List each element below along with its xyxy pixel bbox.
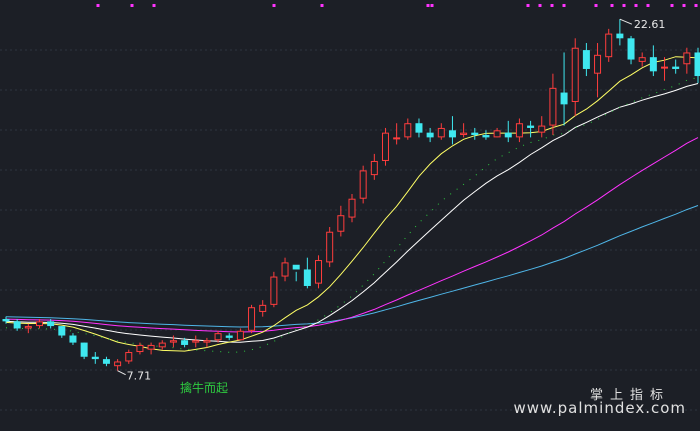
candle-body-up xyxy=(147,344,155,350)
top-marker-dot xyxy=(272,4,276,7)
candle-body-up xyxy=(24,326,32,329)
candle-body-up xyxy=(114,361,122,367)
candle-body-up xyxy=(169,340,177,343)
candle-body-up xyxy=(214,333,222,341)
top-marker-dot xyxy=(694,4,698,7)
kline-chart: 22.61 7.71 擒牛而起 xyxy=(0,4,700,411)
candle-body-up xyxy=(158,342,166,348)
candle-body-up xyxy=(270,276,278,305)
candle-body-up xyxy=(515,123,523,138)
candle-body-up xyxy=(359,170,367,199)
candle-body-up xyxy=(136,344,144,353)
top-marker-dot xyxy=(562,4,566,7)
candle-body-down xyxy=(181,340,189,345)
candle-body-up xyxy=(259,304,267,312)
candle-body-down xyxy=(672,66,680,69)
candle-body-up xyxy=(638,57,646,62)
candle-body-up xyxy=(248,307,256,331)
top-marker-dot xyxy=(682,4,686,7)
candle-body-up xyxy=(326,231,334,263)
candle-body-up xyxy=(337,215,345,232)
top-marker-dot xyxy=(622,4,626,7)
candle-body-up xyxy=(370,160,378,176)
high-arrow xyxy=(619,18,633,25)
top-marker-dot xyxy=(670,4,674,7)
candle-body-down xyxy=(448,130,456,138)
candle-body-up xyxy=(460,132,468,136)
candle-body-up xyxy=(192,340,200,343)
top-marker-dot xyxy=(594,4,598,7)
top-marker-dot xyxy=(526,4,530,7)
candle-body-down xyxy=(415,123,423,133)
top-marker-dot xyxy=(646,4,650,7)
candle-body-up xyxy=(35,321,43,327)
candle-body-up xyxy=(493,130,501,138)
top-marker-dot xyxy=(538,4,542,7)
top-marker-dot xyxy=(430,4,434,7)
candle-body-up xyxy=(571,47,579,102)
candle-body-down xyxy=(649,57,657,72)
signal-label: 擒牛而起 xyxy=(180,380,228,395)
candle-body-up xyxy=(683,52,691,65)
top-marker-dot xyxy=(320,4,324,7)
candle-body-up xyxy=(549,87,557,126)
top-marker-dot xyxy=(550,4,554,7)
low-arrow xyxy=(117,370,126,376)
top-marker-dot xyxy=(130,4,134,7)
candle-body-down xyxy=(13,321,21,329)
candle-body-up xyxy=(236,330,244,341)
candle-body-up xyxy=(125,352,133,362)
top-marker-dot xyxy=(610,4,614,7)
candle-body-up xyxy=(281,262,289,277)
ma-line-longer xyxy=(5,205,699,328)
candle-body-down xyxy=(627,38,635,60)
low-label: 7.71 xyxy=(127,370,152,383)
candle-body-down xyxy=(582,50,590,69)
candle-body-down xyxy=(69,335,77,343)
candle-body-up xyxy=(605,33,613,58)
candle-body-up xyxy=(381,132,389,161)
candle-body-up xyxy=(393,137,401,140)
candle-body-down xyxy=(471,132,479,136)
candle-body-down xyxy=(102,359,110,364)
kline-chart-stage: 22.61 7.71 擒牛而起 掌上指标 www.palmindex.com xyxy=(0,0,700,431)
candle-body-down xyxy=(2,319,10,322)
candle-body-down xyxy=(560,92,568,105)
candle-body-up xyxy=(348,198,356,218)
candle-body-up xyxy=(315,260,323,284)
candle-body-down xyxy=(527,125,535,128)
ma-line-long xyxy=(5,137,699,333)
candle-body-down xyxy=(225,335,233,338)
top-marker-dot xyxy=(426,4,430,7)
candle-body-up xyxy=(404,123,412,138)
candle-body-up xyxy=(538,125,546,133)
watermark-url: www.palmindex.com xyxy=(513,399,686,417)
candle-body-up xyxy=(661,66,669,69)
candle-body-up xyxy=(437,127,445,138)
candle-body-down xyxy=(694,52,700,77)
top-marker-dot xyxy=(152,4,156,7)
candle-body-down xyxy=(47,321,55,327)
top-marker-dot xyxy=(96,4,100,7)
candle-body-down xyxy=(292,264,300,270)
candle-body-down xyxy=(91,356,99,360)
candle-body-down xyxy=(58,326,66,336)
candle-body-down xyxy=(482,135,490,138)
candle-body-up xyxy=(203,340,211,343)
high-label: 22.61 xyxy=(634,18,666,31)
candle-body-up xyxy=(594,54,602,74)
candle-body-down xyxy=(504,132,512,138)
top-marker-dot xyxy=(634,4,638,7)
candle-body-down xyxy=(426,132,434,138)
candle-body-down xyxy=(616,33,624,39)
candle-body-down xyxy=(303,269,311,286)
candle-body-down xyxy=(80,342,88,357)
